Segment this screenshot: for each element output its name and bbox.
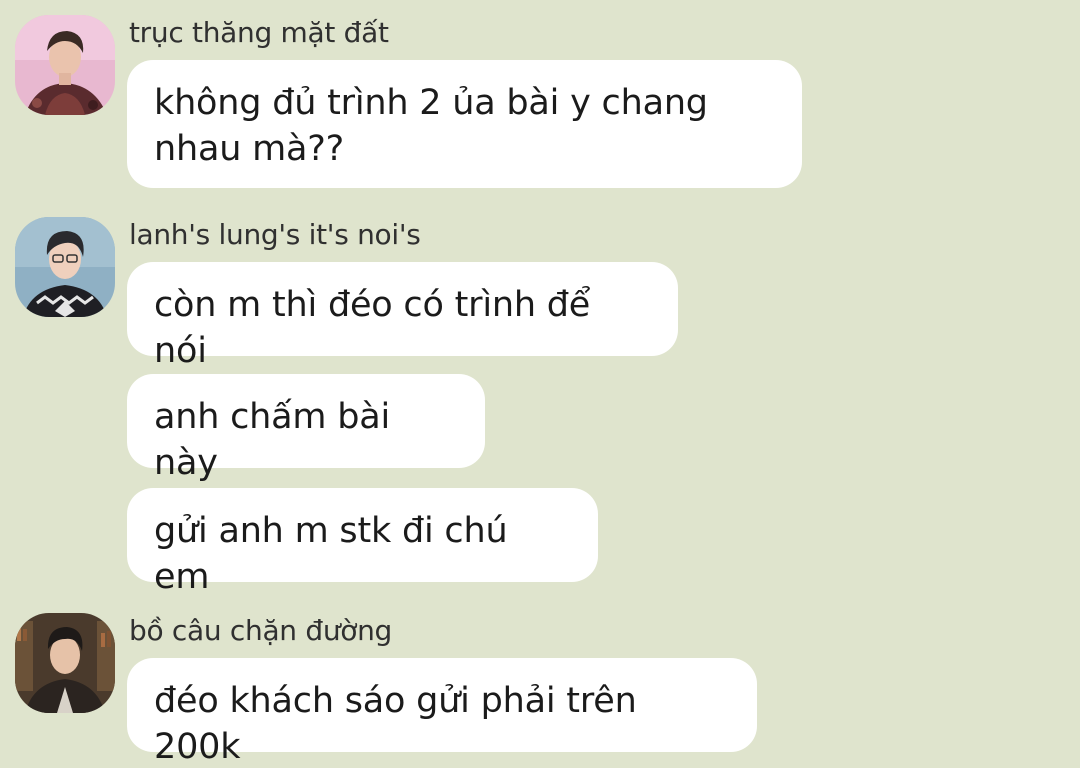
avatar-image xyxy=(15,217,115,317)
message-text: không đủ trình 2 ủa bài y chang nhau mà?… xyxy=(154,83,708,169)
message-bubble[interactable]: gửi anh m stk đi chú em xyxy=(127,488,598,597)
message-text: đéo khách sáo gửi phải trên 200k xyxy=(154,681,637,767)
sender-name: trục thăng mặt đất xyxy=(129,16,389,49)
user-avatar-icon[interactable] xyxy=(15,217,115,317)
avatar-image xyxy=(15,613,115,713)
sender-name: bồ câu chặn đường xyxy=(129,614,393,647)
message-bubble[interactable]: anh chấm bài này xyxy=(127,374,485,483)
message-text: anh chấm bài này xyxy=(154,397,391,483)
avatar-image xyxy=(15,15,115,115)
message-bubble[interactable]: không đủ trình 2 ủa bài y chang nhau mà?… xyxy=(127,60,802,188)
message-bubble[interactable]: đéo khách sáo gửi phải trên 200k xyxy=(127,658,757,767)
message-bubble[interactable]: còn m thì đéo có trình để nói xyxy=(127,262,678,371)
user-avatar-icon[interactable] xyxy=(15,15,115,115)
sender-name: lanh's lung's it's noi's xyxy=(129,218,421,251)
chat-thread: trục thăng mặt đất không đủ trình 2 ủa b… xyxy=(0,0,1080,768)
message-text: còn m thì đéo có trình để nói xyxy=(154,285,591,371)
user-avatar-icon[interactable] xyxy=(15,613,115,713)
message-text: gửi anh m stk đi chú em xyxy=(154,511,508,597)
